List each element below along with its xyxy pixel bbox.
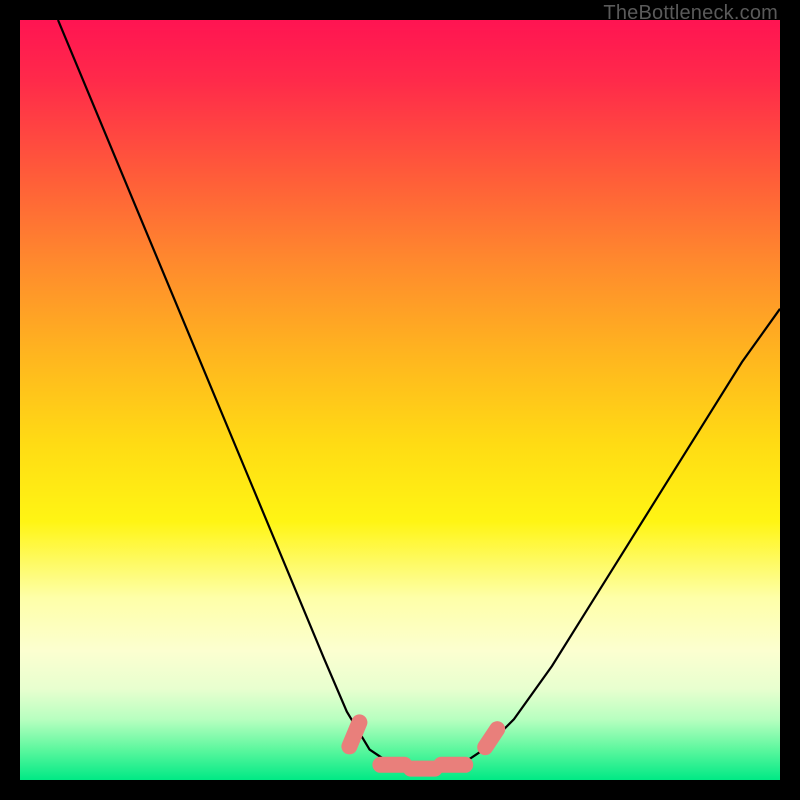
left-low-marker [349, 722, 359, 746]
chart-overlay-svg [20, 20, 780, 780]
right-low-marker [485, 729, 497, 747]
bottleneck-curve-path [58, 20, 780, 769]
marker-group [349, 722, 497, 768]
plot-area [20, 20, 780, 780]
chart-frame: TheBottleneck.com [0, 0, 800, 800]
watermark-text: TheBottleneck.com [603, 2, 778, 25]
